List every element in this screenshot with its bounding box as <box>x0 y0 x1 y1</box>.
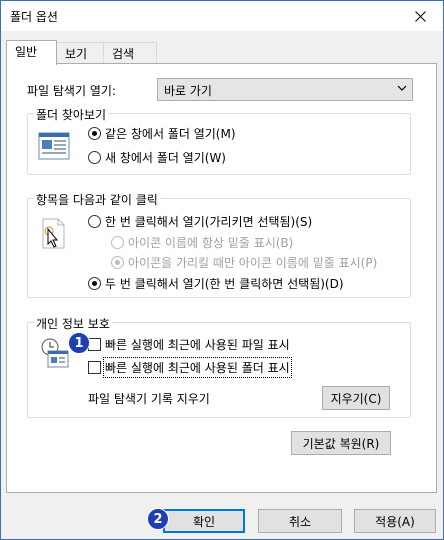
open-same-window-label: 같은 창에서 폴더 열기(M) <box>105 127 236 141</box>
underline-always-label: 아이콘 이름에 항상 밑줄 표시(B) <box>128 236 294 250</box>
tab-view[interactable]: 보기 <box>56 42 104 64</box>
folder-window-icon <box>38 132 70 160</box>
click-items-group: 항목을 다음과 같이 클릭 한 번 클릭해서 열기(가리키면 선택됨)(S) 아… <box>27 191 411 298</box>
cancel-label: 취소 <box>288 514 312 529</box>
show-recent-folders-checkbox[interactable]: 빠른 실행에 최근에 사용된 폴더 표시 <box>88 357 292 378</box>
clear-history-button[interactable]: 지우기(C) <box>322 386 390 410</box>
ok-label: 확인 <box>192 514 216 529</box>
underline-hover-radio[interactable]: 아이콘을 가리킬 때만 아이콘 이름에 밑줄 표시(P) <box>111 254 377 271</box>
checkbox-indicator <box>88 361 101 374</box>
radio-selected-indicator <box>88 277 101 290</box>
tab-search[interactable]: 검색 <box>103 42 157 64</box>
restore-defaults-label: 기본값 복원(R) <box>302 436 380 451</box>
radio-selected-indicator <box>111 256 124 269</box>
privacy-clock-icon <box>41 338 69 368</box>
underline-always-radio[interactable]: 아이콘 이름에 항상 밑줄 표시(B) <box>111 234 293 251</box>
ok-button[interactable]: 확인 <box>163 509 245 533</box>
browse-dropdown[interactable]: 바로 가기 <box>157 78 413 101</box>
close-icon <box>414 10 426 22</box>
restore-defaults-button[interactable]: 기본값 복원(R) <box>291 431 391 455</box>
radio-indicator <box>88 151 101 164</box>
open-new-window-label: 새 창에서 폴더 열기(W) <box>105 151 226 165</box>
privacy-title: 개인 정보 보호 <box>34 315 112 332</box>
tab-general-label: 일반 <box>15 45 38 59</box>
browse-folders-group: 폴더 찾아보기 같은 창에서 폴더 열기(M) 새 창에서 폴더 열기(W) <box>27 106 411 175</box>
browse-dropdown-value: 바로 가기 <box>164 84 212 98</box>
radio-indicator <box>111 236 124 249</box>
cursor-click-icon <box>42 218 65 249</box>
single-click-label: 한 번 클릭해서 열기(가리키면 선택됨)(S) <box>105 215 313 229</box>
annotation-badge-1: 1 <box>68 332 90 354</box>
browse-label: 파일 탐색기 열기: <box>27 84 116 98</box>
apply-button[interactable]: 적용(A) <box>354 509 436 533</box>
double-click-label: 두 번 클릭해서 열기(한 번 클릭하면 선택됨)(D) <box>105 277 344 291</box>
title-bar: 폴더 옵션 <box>1 1 443 31</box>
window-title: 폴더 옵션 <box>10 10 58 24</box>
double-click-radio[interactable]: 두 번 클릭해서 열기(한 번 클릭하면 선택됨)(D) <box>88 275 344 292</box>
single-click-radio[interactable]: 한 번 클릭해서 열기(가리키면 선택됨)(S) <box>88 213 312 230</box>
general-tab-panel: 파일 탐색기 열기: 바로 가기 폴더 찾아보기 같은 창에서 폴더 열기(M) <box>6 63 437 493</box>
annotation-badge-2: 2 <box>147 508 169 530</box>
click-items-title: 항목을 다음과 같이 클릭 <box>34 191 160 208</box>
show-recent-files-label: 빠른 실행에 최근에 사용된 파일 표시 <box>105 338 290 352</box>
cancel-button[interactable]: 취소 <box>258 509 342 533</box>
open-same-window-radio[interactable]: 같은 창에서 폴더 열기(M) <box>88 125 236 142</box>
show-recent-folders-label: 빠른 실행에 최근에 사용된 폴더 표시 <box>103 357 292 378</box>
browse-folders-title: 폴더 찾아보기 <box>34 106 109 123</box>
open-new-window-radio[interactable]: 새 창에서 폴더 열기(W) <box>88 149 226 166</box>
tab-general[interactable]: 일반 <box>6 40 57 65</box>
clear-history-label: 파일 탐색기 기록 지우기 <box>88 392 210 406</box>
close-button[interactable] <box>397 1 443 31</box>
show-recent-files-checkbox[interactable]: 빠른 실행에 최근에 사용된 파일 표시 <box>88 336 290 353</box>
radio-selected-indicator <box>88 127 101 140</box>
tab-search-label: 검색 <box>112 47 135 61</box>
chevron-down-icon <box>397 85 407 91</box>
underline-hover-label: 아이콘을 가리킬 때만 아이콘 이름에 밑줄 표시(P) <box>128 256 378 270</box>
folder-options-window: 폴더 옵션 일반 보기 검색 파일 탐색기 열기: 바로 가기 폴더 찾아보기 <box>0 0 444 540</box>
checkbox-indicator <box>88 338 101 351</box>
apply-label: 적용(A) <box>375 514 415 529</box>
clear-button-label: 지우기(C) <box>330 391 382 406</box>
radio-indicator <box>88 215 101 228</box>
tab-view-label: 보기 <box>65 47 88 61</box>
